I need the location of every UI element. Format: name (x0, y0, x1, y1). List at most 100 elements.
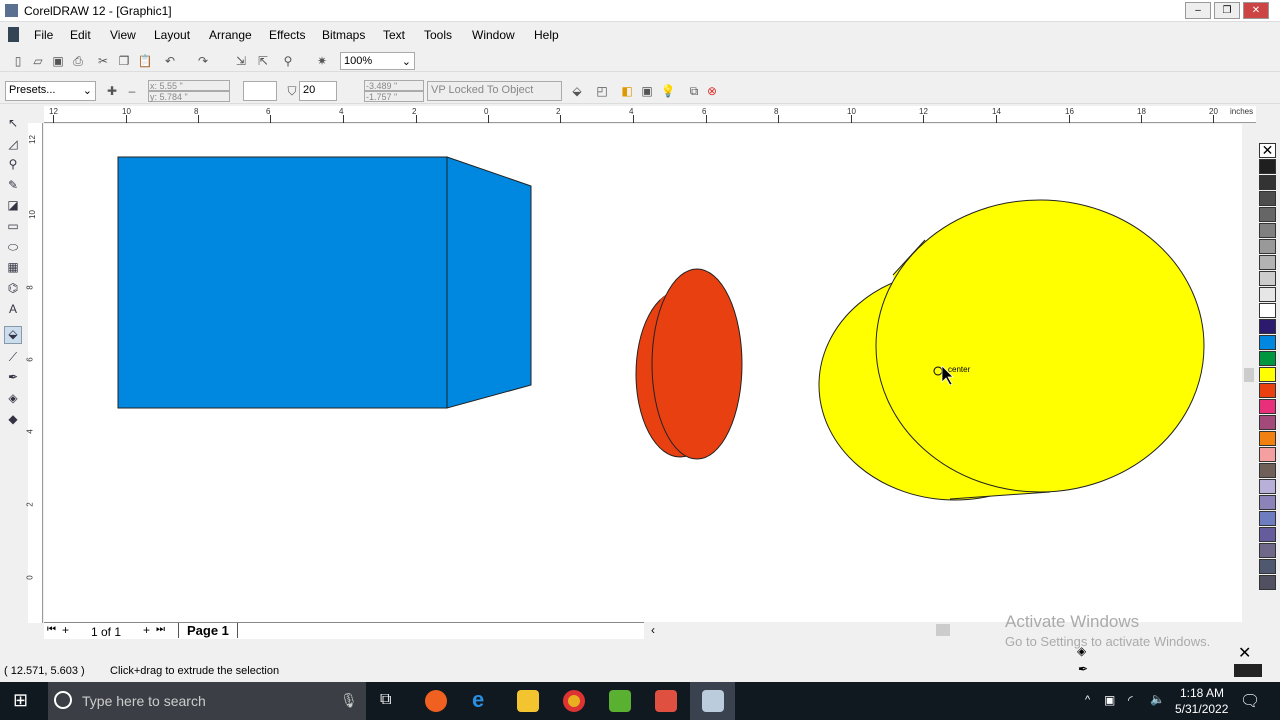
shape-tool-icon[interactable]: ◿ (4, 137, 22, 155)
color-swatch[interactable] (1259, 335, 1276, 350)
color-swatch[interactable] (1259, 175, 1276, 190)
color-swatch[interactable] (1259, 239, 1276, 254)
basic-shapes-icon[interactable]: ⌬ (4, 281, 22, 299)
color-swatch[interactable] (1259, 399, 1276, 414)
color-swatch[interactable] (1259, 207, 1276, 222)
close-button[interactable]: ✕ (1243, 2, 1269, 19)
drawing-canvas[interactable]: center (44, 124, 1242, 622)
color-swatch[interactable] (1259, 367, 1276, 382)
maximize-button[interactable]: ❐ (1214, 2, 1240, 19)
color-swatch[interactable] (1259, 383, 1276, 398)
open-icon[interactable]: ▱ (30, 53, 46, 69)
network-icon[interactable]: ▣ (1104, 693, 1115, 707)
paste-icon[interactable]: 📋 (137, 53, 153, 69)
color-icon[interactable]: ◧ (619, 83, 635, 99)
undo-icon[interactable]: ↶ (162, 53, 178, 69)
windows-start-icon[interactable]: ⊞ (13, 690, 28, 711)
eyedropper-tool-icon[interactable]: ⟋ (4, 350, 22, 368)
color-swatch[interactable] (1259, 319, 1276, 334)
extruded-orange-ellipse[interactable] (635, 268, 743, 460)
color-swatch[interactable] (1259, 511, 1276, 526)
color-swatch[interactable] (1259, 303, 1276, 318)
export-icon[interactable]: ⇱ (255, 53, 271, 69)
rectangle-tool-icon[interactable]: ▭ (4, 219, 22, 237)
application-launcher-icon[interactable]: ⚲ (280, 53, 296, 69)
import-icon[interactable]: ⇲ (233, 53, 249, 69)
file-explorer-icon[interactable] (517, 690, 539, 712)
color-swatch[interactable] (1259, 287, 1276, 302)
zoom-tool-icon[interactable]: ⚲ (4, 157, 22, 175)
page-tab[interactable]: Page 1 (178, 623, 238, 638)
add-page-after-icon[interactable]: + (143, 623, 150, 637)
presets-dropdown[interactable]: Presets... ⌄ (5, 81, 96, 101)
menu-text[interactable]: Text (383, 28, 405, 42)
minimize-button[interactable]: – (1185, 2, 1211, 19)
clock-date[interactable]: 5/31/2022 (1175, 702, 1228, 716)
corel-online-icon[interactable]: ✷ (314, 53, 330, 69)
smart-fill-icon[interactable]: ◪ (4, 198, 22, 216)
vertical-scrollbar[interactable] (1242, 124, 1256, 622)
scrollbar-thumb[interactable] (936, 624, 950, 636)
clock-time[interactable]: 1:18 AM (1180, 686, 1224, 700)
zoom-dropdown[interactable]: 100% ⌄ (340, 52, 415, 70)
print-icon[interactable]: ⎙ (70, 53, 86, 69)
scrollbar-thumb[interactable] (1244, 368, 1254, 382)
color-swatch[interactable] (1259, 271, 1276, 286)
outline-tool-icon[interactable]: ✒ (4, 370, 22, 388)
add-page-before-icon[interactable]: + (62, 623, 69, 637)
tray-chevron-icon[interactable]: ^ (1085, 694, 1090, 706)
color-swatch[interactable] (1259, 431, 1276, 446)
menu-arrange[interactable]: Arrange (209, 28, 252, 42)
color-swatch[interactable] (1259, 415, 1276, 430)
color-swatch[interactable] (1259, 159, 1276, 174)
color-swatch[interactable] (1259, 351, 1276, 366)
copy-extrude-icon[interactable]: ⧉ (686, 83, 702, 99)
extrude-rotation-icon[interactable]: ◰ (594, 83, 610, 99)
freehand-tool-icon[interactable]: ✎ (4, 178, 22, 196)
no-fill-swatch[interactable]: ✕ (1259, 143, 1276, 158)
edge-icon[interactable]: e (472, 689, 494, 712)
extruded-rectangle[interactable] (117, 156, 532, 409)
x-position-field[interactable]: x: 5.55 " (148, 80, 230, 91)
last-page-icon[interactable]: ⏭ (156, 624, 165, 635)
color-swatch[interactable] (1259, 559, 1276, 574)
ellipse-tool-icon[interactable]: ⬭ (4, 240, 22, 258)
save-icon[interactable]: ▣ (50, 53, 66, 69)
microphone-icon[interactable]: 🎙 (340, 692, 358, 709)
lighting-icon[interactable]: 💡 (660, 83, 676, 99)
color-swatch[interactable] (1259, 447, 1276, 462)
color-swatch[interactable] (1259, 527, 1276, 542)
y-position-field[interactable]: y: 5.784 " (148, 91, 230, 102)
remove-preset-icon[interactable]: – (124, 83, 140, 99)
vanishing-point-y-field[interactable]: -1.757 " (364, 91, 424, 102)
color-swatch[interactable] (1259, 223, 1276, 238)
color-swatch[interactable] (1259, 543, 1276, 558)
color-swatch[interactable] (1259, 191, 1276, 206)
first-page-icon[interactable]: ⏮ (47, 624, 56, 635)
clear-extrude-icon[interactable]: ⊗ (704, 83, 720, 99)
color-swatch[interactable] (1259, 575, 1276, 590)
add-preset-icon[interactable]: ✚ (104, 83, 120, 99)
fill-tool-icon[interactable]: ◈ (4, 391, 22, 409)
taskbar-search[interactable]: Type here to search 🎙 (48, 682, 366, 720)
scroll-left-icon[interactable]: ‹ (651, 623, 655, 637)
interactive-extrude-tool-icon[interactable]: ⬙ (4, 326, 22, 344)
vp-properties-icon[interactable]: ⬙ (569, 83, 585, 99)
menu-view[interactable]: View (110, 28, 136, 42)
task-view-icon[interactable]: ⧉ (380, 691, 391, 709)
depth-field[interactable]: 20 (299, 81, 337, 101)
vanishing-point-dropdown[interactable]: VP Locked To Object (427, 81, 562, 101)
pick-tool-icon[interactable]: ↖ (4, 116, 22, 134)
copy-icon[interactable]: ❐ (116, 53, 132, 69)
menu-tools[interactable]: Tools (424, 28, 452, 42)
horizontal-ruler[interactable]: 12 10 8 6 4 2 0 2 4 6 8 10 12 14 16 18 20 inches (44, 106, 1256, 123)
menu-edit[interactable]: Edit (70, 28, 91, 42)
camtasia-icon[interactable] (609, 690, 631, 712)
menu-effects[interactable]: Effects (269, 28, 305, 42)
color-swatch[interactable] (1259, 495, 1276, 510)
wifi-icon[interactable]: ◜ (1128, 693, 1133, 707)
chrome-icon[interactable] (563, 690, 585, 712)
notifications-icon[interactable]: 🗨 (1240, 691, 1260, 711)
vertical-ruler[interactable]: 12 10 8 6 4 2 0 (26, 123, 43, 623)
color-swatch[interactable] (1259, 463, 1276, 478)
